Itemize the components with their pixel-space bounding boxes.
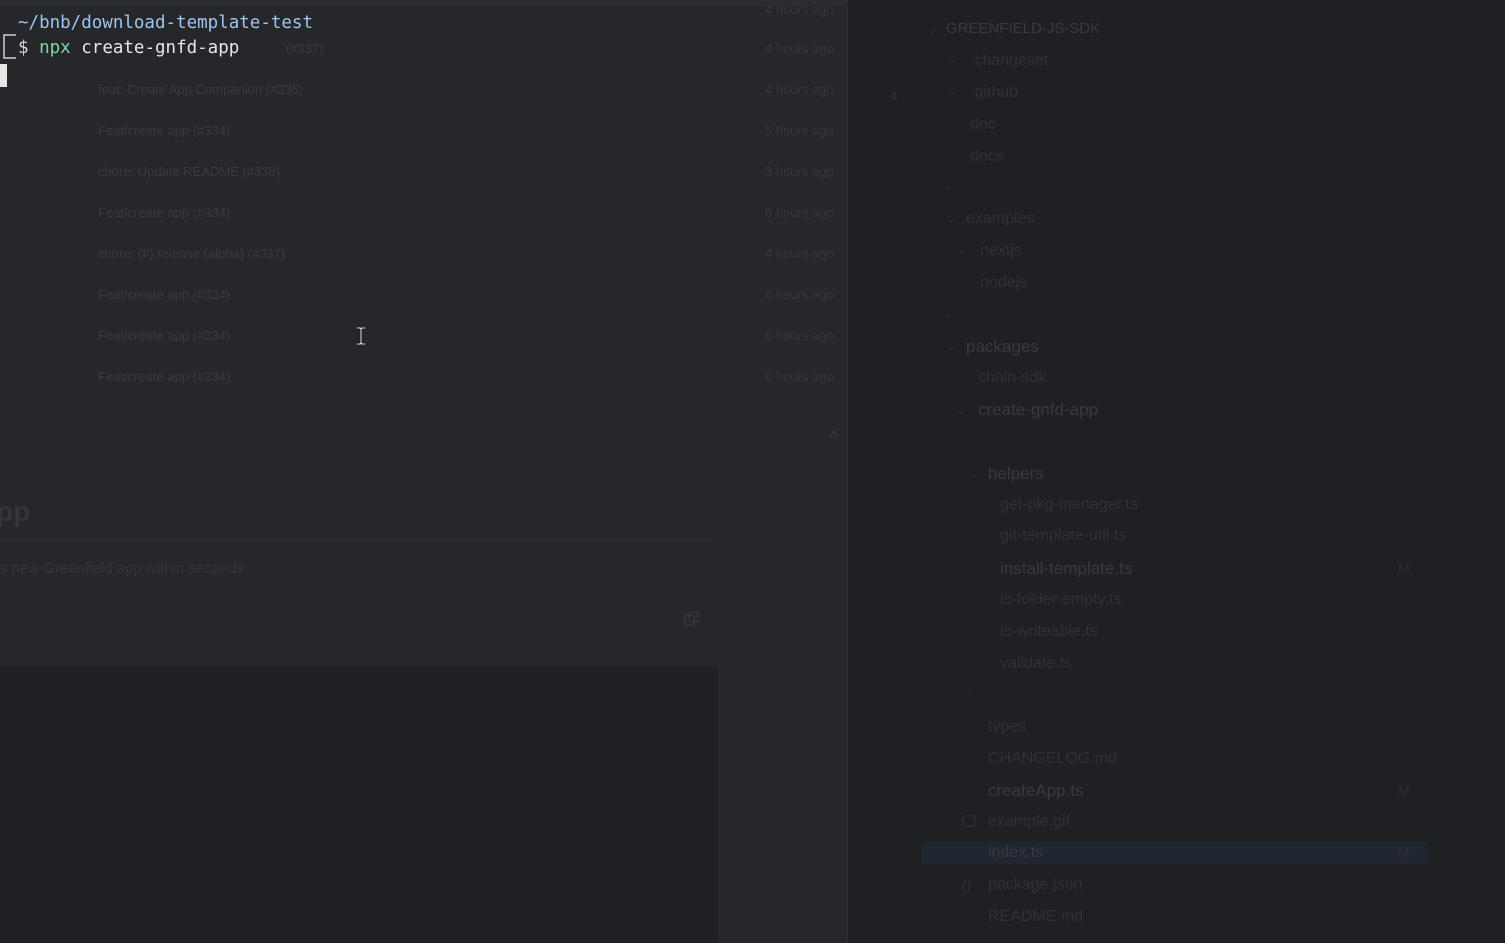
commit-time: 6 hours ago bbox=[765, 287, 834, 302]
terminal-cursor bbox=[0, 64, 7, 87]
commit-time: 5 hours ago bbox=[765, 123, 834, 138]
prompt-bracket-icon bbox=[3, 34, 16, 59]
tree-folder[interactable]: nextjs bbox=[980, 242, 1022, 260]
modified-badge: M bbox=[1398, 560, 1410, 576]
background-file-explorer bbox=[848, 0, 1505, 943]
tree-file[interactable]: README.md bbox=[988, 908, 1083, 926]
chevron-right-icon[interactable]: › bbox=[946, 308, 950, 322]
tree-file[interactable]: is-writeable.ts bbox=[1000, 623, 1098, 641]
tree-file[interactable]: createApp.ts bbox=[988, 781, 1083, 801]
chevron-down-icon[interactable]: ⌄ bbox=[956, 403, 966, 417]
tree-folder[interactable]: helpers bbox=[988, 464, 1044, 484]
readme-heading: pp bbox=[0, 496, 31, 527]
command-args: create-gnfd-app bbox=[81, 38, 240, 58]
chevron-down-icon[interactable]: ⌄ bbox=[946, 212, 956, 226]
commit-message[interactable]: Feat/create app (#334) bbox=[98, 369, 230, 384]
chevron-right-icon[interactable]: › bbox=[950, 54, 954, 68]
commit-time: 4 hours ago bbox=[765, 82, 834, 97]
tree-file[interactable]: index.ts bbox=[988, 844, 1043, 862]
tree-file[interactable]: validate.ts bbox=[1000, 655, 1072, 673]
ibeam-cursor-icon bbox=[357, 327, 365, 345]
chevron-right-icon[interactable]: › bbox=[950, 86, 954, 100]
tree-folder[interactable]: .github bbox=[970, 84, 1018, 102]
chevron-right-icon[interactable]: › bbox=[946, 180, 950, 194]
heading-divider bbox=[0, 540, 712, 541]
tree-folder[interactable]: doc bbox=[970, 116, 996, 134]
background-header-strip bbox=[0, 0, 848, 6]
chevron-icon bbox=[829, 429, 839, 437]
prompt-symbol: $ bbox=[18, 38, 29, 58]
copy-icon[interactable] bbox=[684, 611, 700, 627]
modified-badge: M bbox=[1398, 782, 1410, 798]
command-bin: npx bbox=[39, 38, 71, 58]
modified-badge: M bbox=[1398, 845, 1410, 861]
commit-time: 4 hours ago bbox=[765, 246, 834, 261]
tree-file[interactable]: package.json bbox=[988, 876, 1082, 894]
tree-folder[interactable]: chain-sdk bbox=[978, 369, 1046, 387]
tree-file[interactable]: CHANGELOG.md bbox=[988, 750, 1117, 768]
tree-file[interactable]: get-pkg-manager.ts bbox=[1000, 496, 1138, 514]
code-block bbox=[0, 666, 718, 943]
explorer-root[interactable]: GREENFIELD-JS-SDK bbox=[946, 20, 1100, 37]
commit-message[interactable]: Feat/create app (#334) bbox=[98, 287, 230, 302]
commit-time: 6 hours ago bbox=[765, 328, 834, 343]
tree-folder[interactable]: docs bbox=[970, 148, 1004, 166]
tree-file[interactable]: install-template.ts bbox=[1000, 559, 1132, 579]
commit-time: 6 hours ago bbox=[765, 369, 834, 384]
chevron-right-icon[interactable]: › bbox=[968, 687, 972, 701]
tree-file[interactable]: example.gif bbox=[988, 813, 1070, 831]
commit-message[interactable]: chore: (#) release (alpha) (#337) bbox=[98, 246, 285, 261]
commit-message[interactable]: Feat/create app (#334) bbox=[98, 205, 230, 220]
chevron-down-icon[interactable]: ⌄ bbox=[946, 339, 956, 353]
tree-folder[interactable]: create-gnfd-app bbox=[978, 400, 1098, 420]
tree-folder[interactable]: nodejs bbox=[980, 274, 1027, 292]
commit-time: 4 hours ago bbox=[765, 41, 834, 56]
json-file-icon: {} bbox=[962, 877, 972, 893]
tree-folder[interactable]: packages bbox=[966, 337, 1039, 357]
chevron-right-icon[interactable]: › bbox=[960, 244, 964, 258]
commit-message[interactable]: feat: Create App Companion (#336) bbox=[98, 82, 303, 97]
tree-folder[interactable]: .changeset bbox=[970, 52, 1048, 70]
badge-number: 4 bbox=[890, 88, 898, 103]
readme-description: s new Greenfield app within seconds. bbox=[0, 560, 249, 577]
terminal-command-line[interactable]: $ npx create-gnfd-app bbox=[18, 38, 239, 58]
tree-file[interactable]: git-template-util.ts bbox=[1000, 527, 1126, 545]
chevron-down-icon[interactable]: ⌄ bbox=[968, 466, 978, 480]
commit-message[interactable]: chore: Update README (#338) bbox=[98, 164, 280, 179]
commit-message[interactable]: Feat/create app (#334) bbox=[98, 328, 230, 343]
commit-time: 4 hours ago bbox=[765, 2, 834, 17]
tree-folder[interactable]: examples bbox=[966, 210, 1034, 228]
commit-time: 6 hours ago bbox=[765, 205, 834, 220]
commit-time: 3 hours ago bbox=[765, 164, 834, 179]
image-file-icon bbox=[962, 815, 976, 827]
commit-message[interactable]: (#337) bbox=[286, 41, 324, 56]
commit-message[interactable]: Feat/create app (#334) bbox=[98, 123, 230, 138]
chevron-down-icon[interactable]: ⌄ bbox=[928, 22, 938, 36]
terminal-cwd: ~/bnb/download-template-test bbox=[18, 13, 314, 33]
tree-folder[interactable]: types bbox=[988, 718, 1026, 736]
tree-file[interactable]: is-folder-empty.ts bbox=[1000, 591, 1122, 609]
